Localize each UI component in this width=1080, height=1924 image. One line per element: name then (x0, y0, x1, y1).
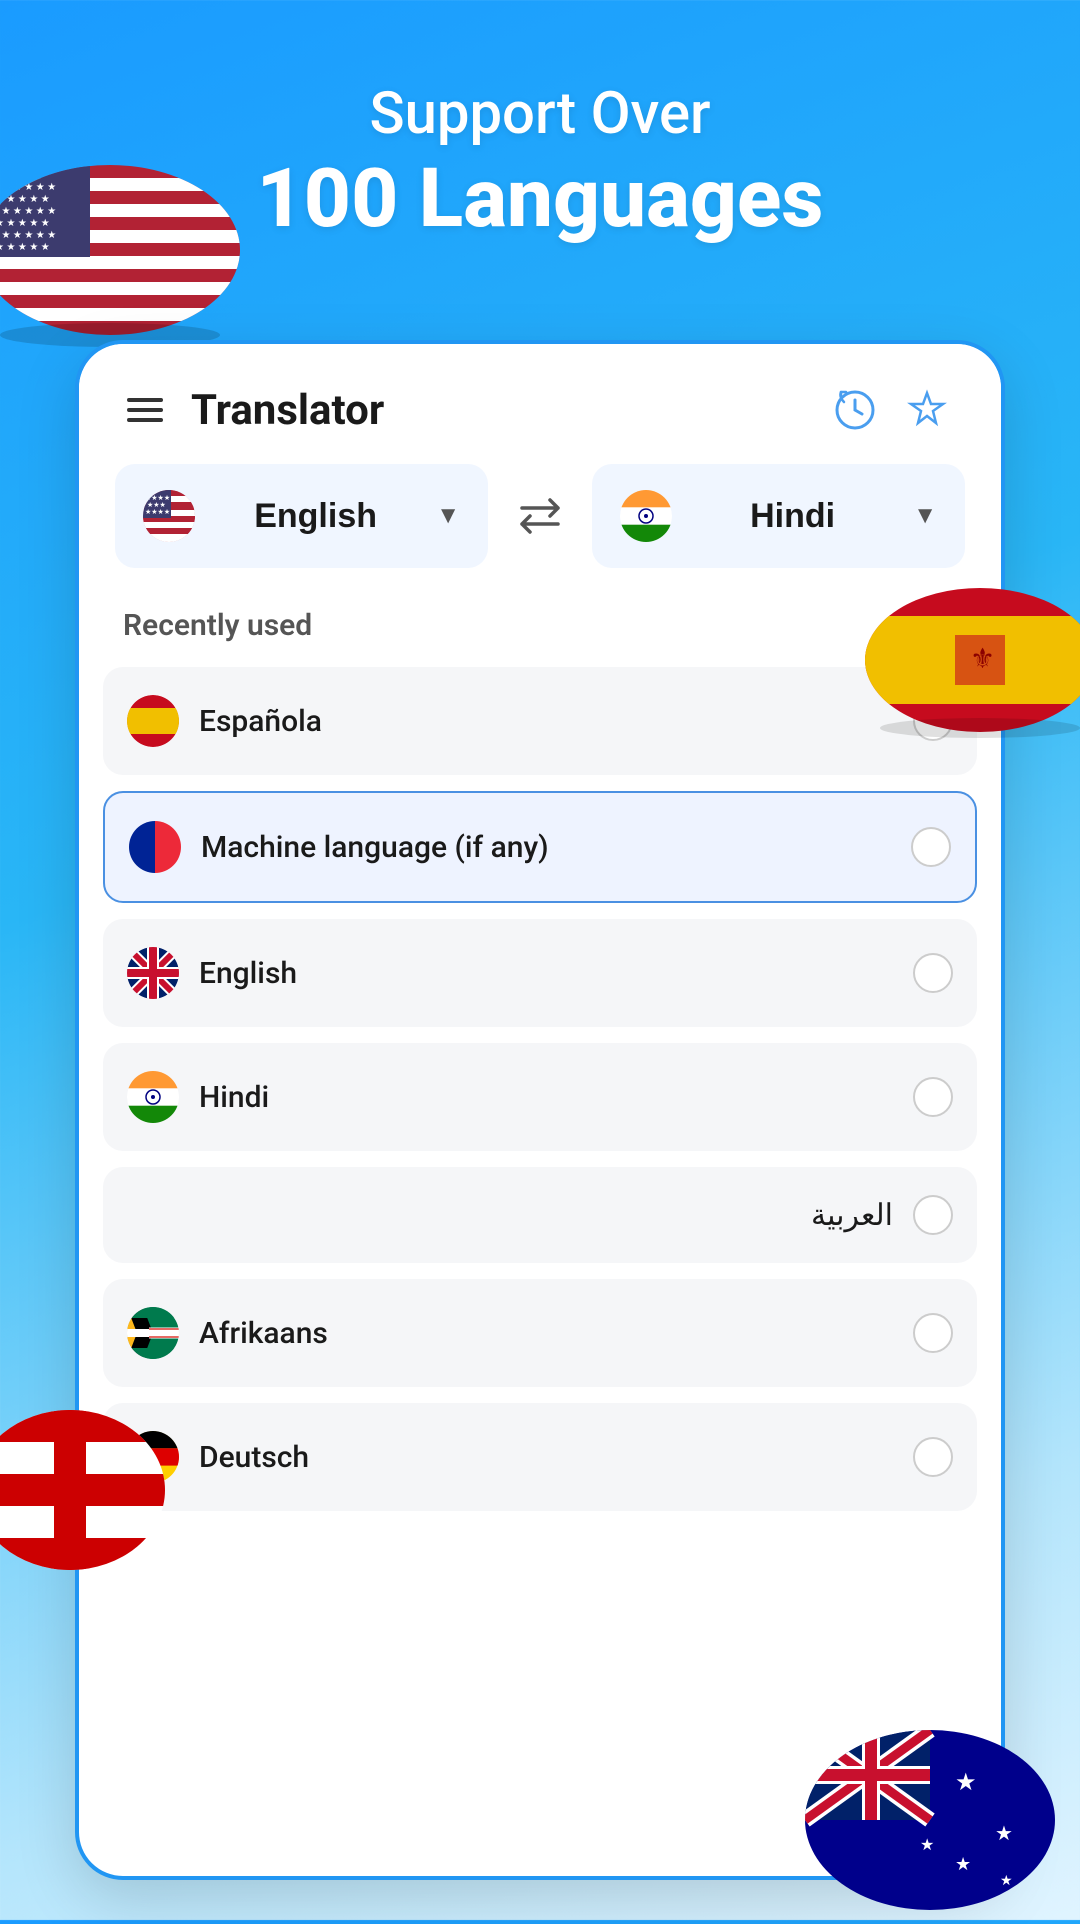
england-flag-decoration (0, 1400, 170, 1580)
svg-text:★★★: ★★★ (147, 501, 166, 509)
machine-lang-label: Machine language (if any) (201, 830, 891, 865)
svg-text:★★★★: ★★★★ (145, 508, 170, 516)
source-language-button[interactable]: ★★★★ ★★★ ★★★★ English ▼ (115, 464, 488, 568)
source-language-label: English (211, 497, 420, 536)
history-button[interactable] (829, 384, 881, 436)
header-icons (829, 384, 953, 436)
svg-text:★: ★ (955, 1854, 971, 1875)
hero-title: 100 Languages (257, 154, 824, 244)
hindi-label: Hindi (199, 1080, 893, 1115)
us-flag-decoration: ★ ★ ★ ★ ★ ★ ★ ★ ★ ★ ★ ★ ★ ★ ★ ★ ★ ★ ★ ★ … (0, 150, 250, 350)
svg-text:⚜: ⚜ (970, 642, 995, 675)
list-item[interactable]: Española (103, 667, 977, 775)
afrikaans-label: Afrikaans (199, 1316, 893, 1351)
svg-text:★: ★ (995, 1821, 1013, 1845)
list-item[interactable]: العربية (103, 1167, 977, 1263)
language-list: Española Machine language (if any) (79, 667, 1001, 1527)
espanola-flag (127, 695, 179, 747)
svg-text:★ ★ ★ ★ ★ ★: ★ ★ ★ ★ ★ ★ (0, 230, 56, 241)
list-item[interactable]: English (103, 919, 977, 1027)
phone-card: Translator (75, 340, 1005, 1880)
list-item[interactable]: Machine language (if any) (103, 791, 977, 903)
list-item[interactable]: Hindi (103, 1043, 977, 1151)
arabic-radio[interactable] (913, 1195, 953, 1235)
svg-text:★: ★ (955, 1768, 977, 1796)
hindi-flag (127, 1071, 179, 1123)
menu-button[interactable] (127, 398, 163, 422)
svg-text:★ ★ ★ ★ ★ ★: ★ ★ ★ ★ ★ ★ (0, 182, 56, 193)
favorites-button[interactable] (901, 384, 953, 436)
svg-text:★: ★ (1000, 1873, 1013, 1889)
english-label: English (199, 956, 893, 991)
deutsch-label: Deutsch (199, 1440, 893, 1475)
target-flag (620, 490, 672, 542)
list-item[interactable]: Afrikaans (103, 1279, 977, 1387)
svg-text:★: ★ (920, 1835, 934, 1854)
hero-subtitle: Support Over (369, 80, 710, 150)
source-dropdown-arrow: ▼ (436, 502, 460, 530)
svg-text:★ ★ ★ ★ ★ ★: ★ ★ ★ ★ ★ ★ (0, 206, 56, 217)
afrikaans-flag (127, 1307, 179, 1359)
afrikaans-radio[interactable] (913, 1313, 953, 1353)
espanola-label: Española (199, 704, 893, 739)
uk-flag (127, 947, 179, 999)
svg-text:★★★★: ★★★★ (145, 494, 170, 502)
spain-flag-decoration: ⚜ (860, 580, 1080, 740)
list-item[interactable]: Deutsch (103, 1403, 977, 1511)
hindi-radio[interactable] (913, 1077, 953, 1117)
english-radio[interactable] (913, 953, 953, 993)
svg-text:★ ★ ★ ★ ★: ★ ★ ★ ★ ★ (0, 218, 50, 229)
deutsch-radio[interactable] (913, 1437, 953, 1477)
arabic-label: العربية (127, 1198, 893, 1233)
svg-text:★ ★ ★ ★ ★: ★ ★ ★ ★ ★ (0, 242, 50, 253)
target-language-button[interactable]: Hindi ▼ (592, 464, 965, 568)
target-dropdown-arrow: ▼ (913, 502, 937, 530)
french-flag (129, 821, 181, 873)
australia-flag-decoration: ★ ★ ★ ★ ★ (800, 1720, 1060, 1920)
svg-text:★ ★ ★ ★ ★: ★ ★ ★ ★ ★ (0, 194, 50, 205)
app-title: Translator (191, 386, 829, 435)
source-flag: ★★★★ ★★★ ★★★★ (143, 490, 195, 542)
app-header: Translator (79, 344, 1001, 464)
swap-languages-button[interactable] (504, 480, 576, 552)
target-language-label: Hindi (688, 497, 897, 536)
machine-lang-radio[interactable] (911, 827, 951, 867)
